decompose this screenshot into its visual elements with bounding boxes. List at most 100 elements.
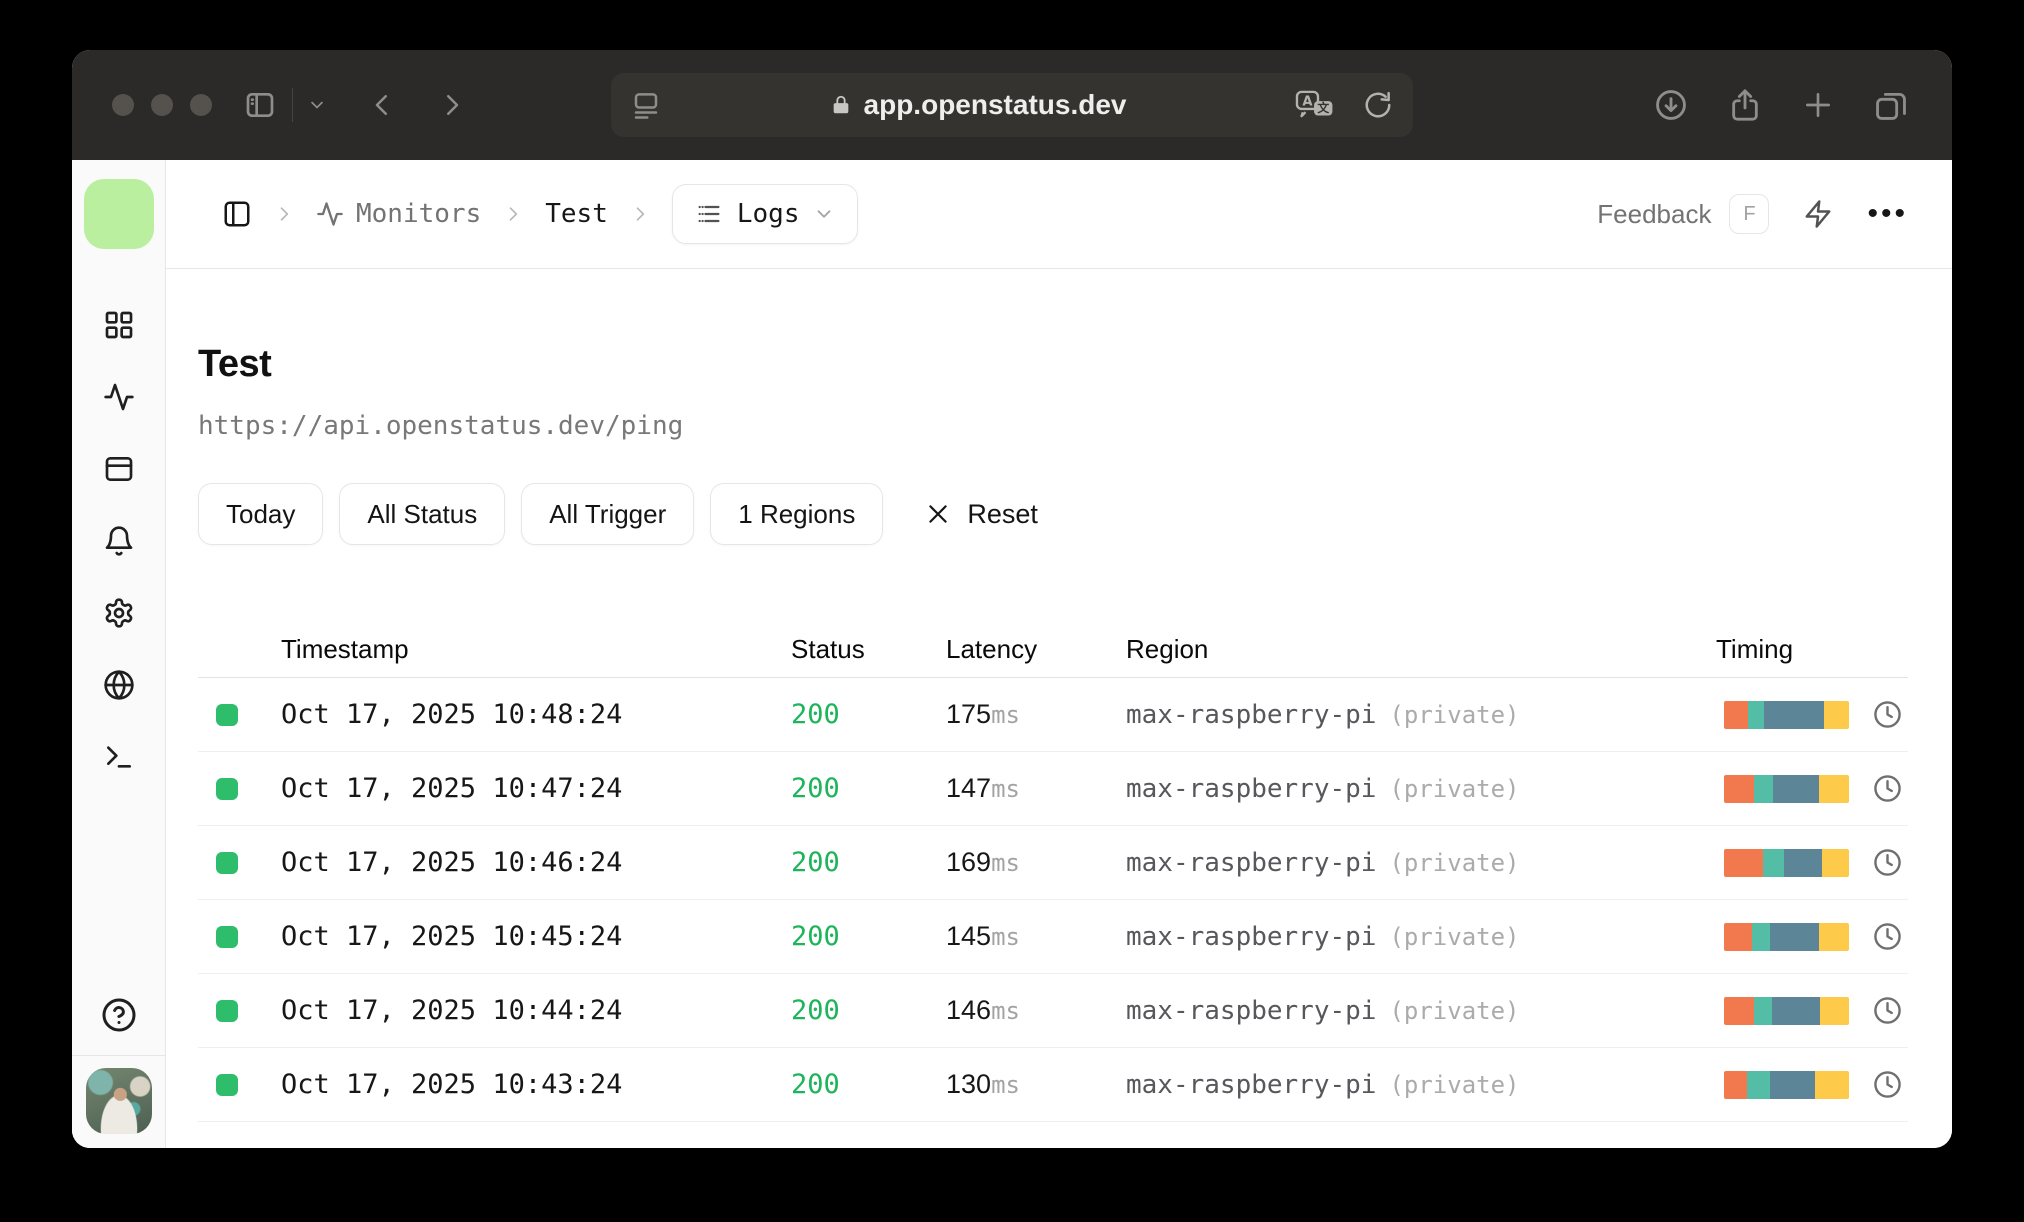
nav-cli[interactable] <box>103 741 135 773</box>
row-status: 200 <box>791 773 840 804</box>
row-latency-unit: ms <box>991 923 1020 951</box>
col-region: Region <box>1126 633 1209 664</box>
timing-segment-transfer <box>1824 700 1849 729</box>
reset-filters-button[interactable]: Reset <box>919 498 1044 531</box>
user-avatar[interactable] <box>85 1068 152 1134</box>
download-icon <box>1656 90 1686 120</box>
user-section <box>72 1055 165 1148</box>
close-window-button[interactable] <box>112 94 134 116</box>
timing-segment-ttfb <box>1771 996 1821 1025</box>
minimize-window-button[interactable] <box>151 94 173 116</box>
more-menu-button[interactable]: ••• <box>1867 199 1908 229</box>
bell-icon <box>105 526 132 556</box>
nav-status-pages[interactable] <box>103 453 135 485</box>
nav-settings[interactable] <box>103 597 135 629</box>
share-button[interactable] <box>1728 88 1762 122</box>
reload-icon <box>1365 91 1391 118</box>
timing-details-button[interactable] <box>1849 996 1902 1025</box>
back-button[interactable] <box>367 90 397 120</box>
quick-actions-button[interactable] <box>1803 199 1833 229</box>
log-rows: Oct 17, 2025 10:48:24 200 175 ms max-rasp… <box>198 678 1908 1122</box>
table-row[interactable]: Oct 17, 2025 10:43:24 200 130 ms max-rasp… <box>198 1048 1908 1122</box>
chevron-right-icon <box>280 207 289 221</box>
help-button[interactable] <box>101 997 137 1033</box>
nav-domains[interactable] <box>103 669 135 701</box>
app-sidebar-toggle[interactable] <box>222 199 252 229</box>
table-row[interactable]: Oct 17, 2025 10:44:24 200 146 ms max-rasp… <box>198 974 1908 1048</box>
feedback-kbd: F <box>1729 194 1770 234</box>
filter-status[interactable]: All Status <box>339 483 506 545</box>
downloads-button[interactable] <box>1654 88 1688 122</box>
page-content: Test https://api.openstatus.dev/ping Tod… <box>166 269 1952 1148</box>
reset-label: Reset <box>967 498 1038 529</box>
sidebar-chevron-button[interactable] <box>307 95 327 115</box>
row-status: 200 <box>791 847 840 878</box>
timing-segment-transfer <box>1819 774 1849 803</box>
timing-details-button[interactable] <box>1849 700 1902 729</box>
page-format-icon <box>634 93 658 119</box>
timing-details-button[interactable] <box>1849 1070 1902 1099</box>
logs-dropdown[interactable]: Logs <box>671 184 859 244</box>
table-row[interactable]: Oct 17, 2025 10:48:24 200 175 ms max-rasp… <box>198 678 1908 752</box>
row-region-note: (private) <box>1389 1070 1520 1099</box>
tab-overview-button[interactable] <box>1874 88 1908 122</box>
timing-segment-ttfb <box>1770 1070 1816 1099</box>
timing-segment-transfer <box>1815 1070 1849 1099</box>
plus-icon <box>1806 93 1830 117</box>
tabs-icon <box>1876 92 1906 120</box>
timing-segment-dns <box>1724 848 1763 877</box>
share-icon <box>1732 89 1758 121</box>
translate-button[interactable]: A 文 <box>1295 89 1337 121</box>
row-region-note: (private) <box>1389 922 1520 951</box>
activity-icon <box>103 383 134 411</box>
browser-sidebar-toggle[interactable] <box>244 89 276 121</box>
list-icon <box>698 205 720 223</box>
row-latency-unit: ms <box>991 997 1020 1025</box>
filter-regions[interactable]: 1 Regions <box>710 483 884 545</box>
table-row[interactable]: Oct 17, 2025 10:47:24 200 147 ms max-rasp… <box>198 752 1908 826</box>
breadcrumb-test[interactable]: Test <box>545 199 608 229</box>
timing-details-button[interactable] <box>1849 922 1902 951</box>
status-dot <box>216 999 238 1022</box>
timing-segment-transfer <box>1821 848 1849 877</box>
workspace-avatar[interactable] <box>83 179 154 249</box>
filter-trigger[interactable]: All Trigger <box>521 483 695 545</box>
zoom-window-button[interactable] <box>190 94 212 116</box>
row-region: max-raspberry-pi <box>1126 847 1377 878</box>
row-timestamp: Oct 17, 2025 10:43:24 <box>281 1069 623 1100</box>
clock-icon <box>1874 923 1901 950</box>
timing-segment-dns <box>1724 922 1752 951</box>
nav-notifications[interactable] <box>103 525 135 557</box>
nav-monitors[interactable] <box>103 381 135 413</box>
breadcrumb: Monitors Test Logs <box>222 184 859 244</box>
chevron-down-icon <box>311 101 323 109</box>
filter-date[interactable]: Today <box>198 483 324 545</box>
timing-details-button[interactable] <box>1849 774 1902 803</box>
chevron-left-icon <box>375 95 387 115</box>
reload-button[interactable] <box>1363 90 1393 120</box>
ellipsis-icon: ••• <box>1867 197 1908 230</box>
header-actions: Feedback F ••• <box>1597 194 1908 234</box>
new-tab-button[interactable] <box>1802 89 1834 121</box>
row-status: 200 <box>791 995 840 1026</box>
forward-button[interactable] <box>437 90 467 120</box>
filter-bar: Today All Status All Trigger 1 Regions R… <box>198 483 1908 545</box>
page-settings-button[interactable] <box>631 90 661 120</box>
breadcrumb-monitors[interactable]: Monitors <box>316 199 481 229</box>
address-bar[interactable]: app.openstatus.dev A 文 <box>611 73 1413 137</box>
browser-window: app.openstatus.dev A 文 Monitors Test Log… <box>72 50 1952 1148</box>
nav-dashboard[interactable] <box>103 309 135 341</box>
feedback-button[interactable]: Feedback F <box>1597 194 1770 234</box>
row-region-note: (private) <box>1389 996 1520 1025</box>
timing-details-button[interactable] <box>1849 848 1902 877</box>
status-dot <box>216 703 238 726</box>
table-row[interactable]: Oct 17, 2025 10:45:24 200 145 ms max-rasp… <box>198 900 1908 974</box>
timing-segment-ttfb <box>1764 700 1824 729</box>
zap-icon <box>1805 200 1831 228</box>
toolbar-divider <box>292 88 293 122</box>
timing-bar <box>1724 1070 1849 1099</box>
page-title: Test <box>198 343 272 385</box>
row-status: 200 <box>791 921 840 952</box>
row-timestamp: Oct 17, 2025 10:48:24 <box>281 699 623 730</box>
table-row[interactable]: Oct 17, 2025 10:46:24 200 169 ms max-rasp… <box>198 826 1908 900</box>
